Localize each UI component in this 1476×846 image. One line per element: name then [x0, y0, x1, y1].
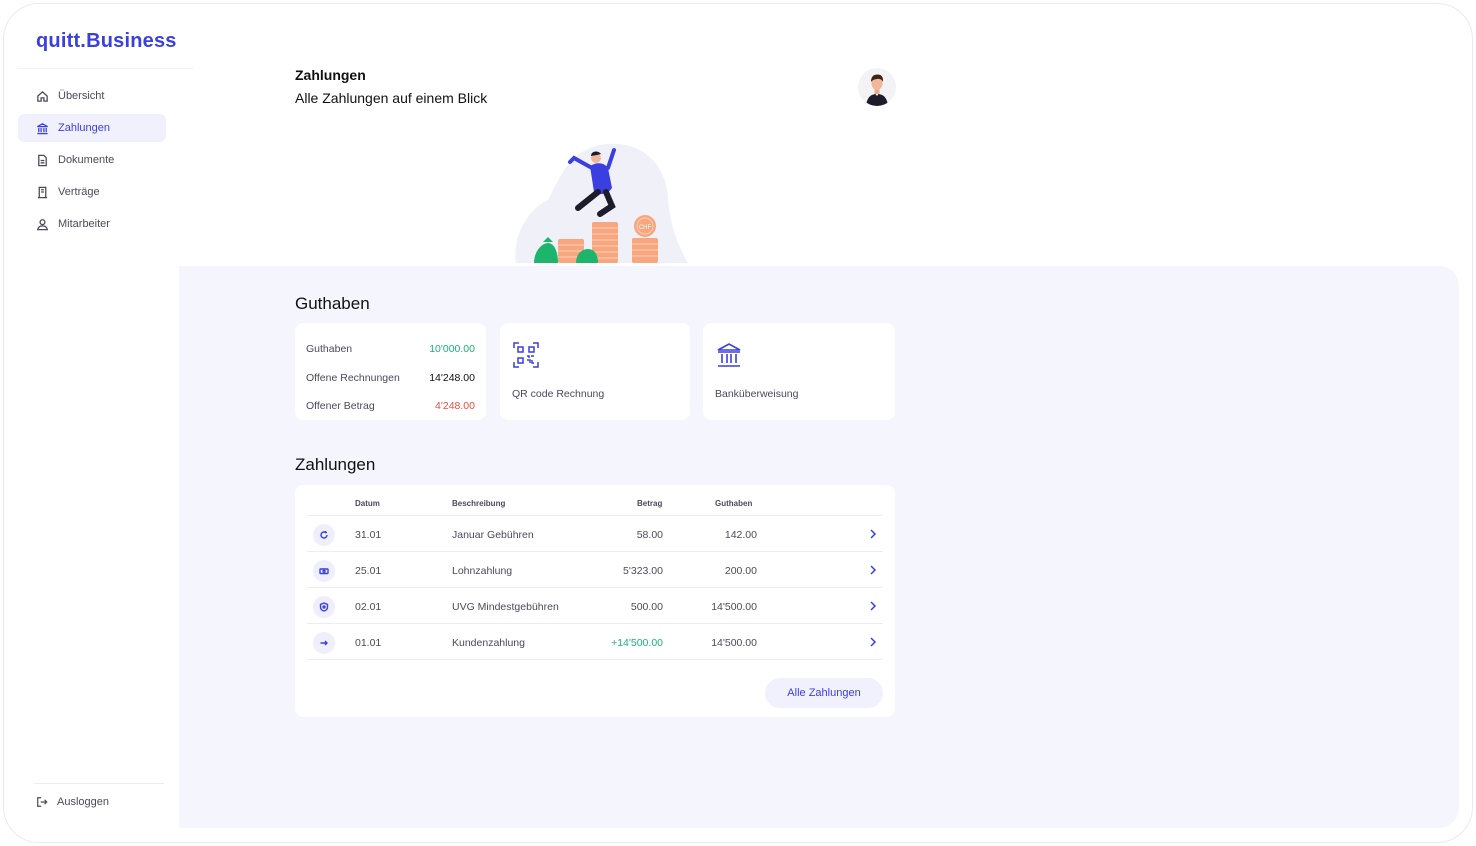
- open-amount-row: Offener Betrag 4'248.00: [306, 392, 475, 421]
- bank-transfer-label: Banküberweisung: [715, 388, 799, 400]
- document-icon: [38, 154, 47, 166]
- row-guthaben: 14'500.00: [711, 637, 757, 649]
- money-icon: [319, 568, 329, 575]
- balance-value: 10'000.00: [429, 343, 475, 356]
- all-payments-button[interactable]: Alle Zahlungen: [765, 678, 883, 708]
- row-icon: [313, 524, 335, 546]
- chevron-right-icon[interactable]: [868, 528, 878, 540]
- app-window: quitt.Business Übersicht Zahlungen Dokum…: [3, 3, 1473, 843]
- contract-icon: [37, 186, 48, 198]
- sidebar-item-label: Übersicht: [58, 90, 105, 102]
- arrow-right-icon: [320, 640, 328, 646]
- sidebar-item-label: Verträge: [58, 186, 100, 198]
- home-icon: [37, 90, 48, 102]
- row-icon: [313, 596, 335, 618]
- open-amount-value: 4'248.00: [435, 400, 475, 413]
- sidebar: quitt.Business Übersicht Zahlungen Dokum…: [4, 4, 193, 842]
- logout-label: Ausloggen: [57, 796, 109, 808]
- row-betrag: 58.00: [636, 529, 663, 541]
- user-avatar-icon: [858, 68, 896, 106]
- guthaben-section-title: Guthaben: [295, 294, 370, 313]
- chevron-right-icon[interactable]: [868, 564, 878, 576]
- user-icon: [36, 218, 49, 230]
- open-invoices-row: Offene Rechnungen 14'248.00: [306, 364, 475, 393]
- sidebar-item-uebersicht[interactable]: Übersicht: [18, 82, 166, 110]
- row-datum: 31.01: [355, 529, 382, 541]
- row-guthaben: 200.00: [724, 565, 757, 577]
- chevron-right-icon[interactable]: [868, 636, 878, 648]
- column-header-beschreibung[interactable]: Beschreibung: [452, 499, 505, 508]
- app-logo[interactable]: quitt.Business: [36, 30, 177, 53]
- divider: [18, 68, 193, 69]
- row-icon: [313, 560, 335, 582]
- page-subtitle: Alle Zahlungen auf einem Blick: [295, 90, 488, 106]
- sidebar-item-mitarbeiter[interactable]: Mitarbeiter: [18, 210, 166, 238]
- qr-code-invoice-label: QR code Rechnung: [512, 388, 605, 400]
- divider: [307, 659, 883, 660]
- zahlungen-section-title: Zahlungen: [295, 455, 376, 474]
- balance-card: Guthaben 10'000.00 Offene Rechnungen 14'…: [295, 323, 486, 420]
- qr-code-invoice-card[interactable]: QR code Rechnung: [500, 323, 690, 420]
- chevron-right-icon[interactable]: [868, 600, 878, 612]
- row-beschreibung: Januar Gebühren: [452, 529, 534, 541]
- row-beschreibung: Lohnzahlung: [452, 565, 513, 577]
- column-header-datum[interactable]: Datum: [355, 499, 380, 508]
- balance-label: Guthaben: [306, 343, 353, 356]
- coin-label: CHF: [639, 225, 652, 231]
- sidebar-item-zahlungen[interactable]: Zahlungen: [18, 114, 166, 142]
- table-row[interactable]: 31.01 Januar Gebühren 58.00 142.00: [307, 515, 883, 551]
- sidebar-item-label: Zahlungen: [58, 122, 110, 134]
- open-amount-label: Offener Betrag: [306, 400, 375, 413]
- logout-icon: [37, 797, 48, 807]
- sidebar-item-label: Dokumente: [58, 154, 115, 166]
- open-invoices-value: 14'248.00: [429, 371, 475, 384]
- sidebar-nav: Übersicht Zahlungen Dokumente Verträge M…: [18, 82, 166, 242]
- row-betrag: +14'500.00: [611, 637, 663, 649]
- row-beschreibung: Kundenzahlung: [452, 637, 525, 649]
- logout-button[interactable]: Ausloggen: [36, 796, 109, 808]
- table-row[interactable]: 02.01 UVG Mindestgebühren 500.00 14'500.…: [307, 587, 883, 623]
- row-guthaben: 14'500.00: [711, 601, 757, 613]
- bank-icon: [37, 122, 48, 134]
- column-header-guthaben[interactable]: Guthaben: [715, 499, 752, 508]
- row-beschreibung: UVG Mindestgebühren: [452, 601, 559, 613]
- row-datum: 02.01: [355, 601, 382, 613]
- row-betrag: 5'323.00: [623, 565, 663, 577]
- bank-transfer-icon: [717, 343, 741, 367]
- row-guthaben: 142.00: [724, 529, 757, 541]
- table-row[interactable]: 25.01 Lohnzahlung 5'323.00 200.00: [307, 551, 883, 587]
- payment-illustration: CHF: [515, 143, 688, 263]
- row-icon: [313, 632, 335, 654]
- sidebar-item-dokumente[interactable]: Dokumente: [18, 146, 166, 174]
- refresh-icon: [320, 531, 328, 539]
- shield-icon: [319, 602, 329, 612]
- avatar[interactable]: [858, 68, 896, 106]
- table-row[interactable]: 01.01 Kundenzahlung +14'500.00 14'500.00: [307, 623, 883, 659]
- bank-transfer-card[interactable]: Banküberweisung: [703, 323, 895, 420]
- balance-row: Guthaben 10'000.00: [306, 335, 475, 364]
- row-datum: 01.01: [355, 637, 382, 649]
- page-title: Zahlungen: [295, 67, 366, 83]
- sidebar-item-label: Mitarbeiter: [58, 218, 110, 230]
- row-betrag: 500.00: [630, 601, 663, 613]
- sidebar-item-vertraege[interactable]: Verträge: [18, 178, 166, 206]
- divider: [34, 783, 164, 784]
- payments-table: Datum Beschreibung Betrag Guthaben 31.01…: [295, 485, 895, 717]
- row-datum: 25.01: [355, 565, 382, 577]
- open-invoices-label: Offene Rechnungen: [306, 371, 400, 384]
- qr-code-icon: [513, 342, 539, 368]
- column-header-betrag[interactable]: Betrag: [637, 499, 662, 508]
